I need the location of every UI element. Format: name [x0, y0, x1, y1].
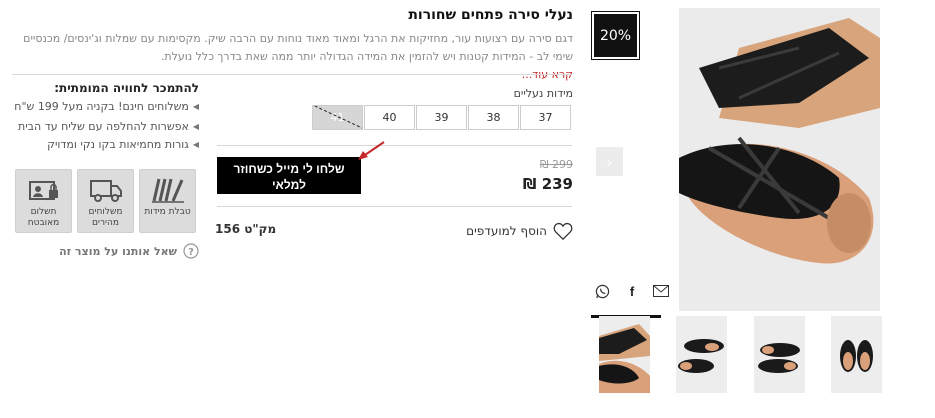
ask-about-product-link[interactable]: ? שאל אותנו על מוצר זה: [59, 243, 199, 259]
benefit-text: משלוחים חינם! בקניה מעל 199 ש"ח: [14, 100, 189, 113]
thumbnail-2[interactable]: [676, 316, 727, 393]
divider: [12, 74, 208, 75]
thumbnail-3[interactable]: [754, 316, 805, 393]
size-option-38[interactable]: 38: [468, 105, 519, 130]
secure-payment-icon: [28, 181, 58, 200]
ask-label: שאל אותנו על מוצר זה: [59, 244, 177, 258]
question-icon: ?: [183, 243, 199, 259]
fast-delivery-tile[interactable]: משלוחים מהירים: [77, 169, 134, 233]
description-line-1: דגם סירה עם רצועות עור, מחזיקות את הרגל …: [23, 32, 573, 45]
facebook-share-icon[interactable]: f: [623, 283, 641, 299]
unavailable-strike: [313, 106, 362, 129]
size-option-39[interactable]: 39: [416, 105, 467, 130]
size-chart-icon: [151, 178, 184, 203]
whatsapp-share-icon[interactable]: [593, 283, 611, 299]
old-price: 299 ₪: [539, 158, 573, 171]
sizes-label: מידות נעליים: [513, 87, 573, 100]
discount-badge: 20%: [591, 11, 640, 60]
current-price: 239 ₪: [522, 175, 573, 193]
benefit-exchange: ◀ אפשרות להחלפה עם שליח עד הבית: [18, 120, 199, 133]
thumbnail-4[interactable]: [831, 316, 882, 393]
divider: [217, 145, 572, 146]
notify-restock-button[interactable]: שלחו לי מייל כשחוזר למלאי: [217, 157, 361, 194]
benefits-title: להתמכר לחוויה המומתית:: [54, 81, 199, 95]
delivery-truck-icon: [89, 180, 122, 202]
product-description: דגם סירה עם רצועות עור, מחזיקות את הרגל …: [13, 30, 573, 84]
description-line-2: שימי לב - המידות קטנות ויש להזמין את המי…: [160, 50, 573, 63]
bullet-arrow-icon: ◀: [192, 122, 199, 131]
size-option-41-unavailable: 41: [312, 105, 363, 130]
tile-label: טבלת מידות: [144, 207, 191, 217]
product-title: נעלי סירה פתחים שחורות: [408, 7, 573, 23]
thumbnail-1[interactable]: [599, 316, 650, 393]
benefit-text: גורות מחמיאות בקו נקי ומדויק: [47, 138, 189, 151]
benefit-free-shipping: ◀ משלוחים חינם! בקניה מעל 199 ש"ח: [14, 100, 199, 113]
add-to-wishlist[interactable]: הוסף למועדפים: [466, 222, 573, 240]
tile-label: תשלום מאובטח: [27, 207, 60, 228]
tile-label: משלוחים מהירים: [88, 207, 123, 228]
bullet-arrow-icon: ◀: [192, 102, 199, 111]
size-chart-tile[interactable]: טבלת מידות: [139, 169, 196, 233]
wishlist-label: הוסף למועדפים: [466, 224, 547, 238]
secure-payment-tile[interactable]: תשלום מאובטח: [15, 169, 72, 233]
size-option-37[interactable]: 37: [520, 105, 571, 130]
email-share-icon[interactable]: [652, 283, 670, 299]
shoe-photo: [679, 8, 880, 311]
divider: [217, 206, 572, 207]
gallery-next-arrow[interactable]: ›: [596, 147, 623, 176]
size-option-40[interactable]: 40: [364, 105, 415, 130]
benefit-quality: ◀ גורות מחמיאות בקו נקי ומדויק: [47, 138, 199, 151]
red-arrow-icon: [358, 141, 385, 160]
main-product-image[interactable]: [679, 8, 880, 311]
svg-text:?: ?: [188, 247, 194, 258]
bullet-arrow-icon: ◀: [192, 140, 199, 149]
benefit-text: אפשרות להחלפה עם שליח עד הבית: [17, 120, 189, 133]
heart-icon: [553, 222, 573, 240]
sku: מק"ט 156: [215, 222, 277, 236]
